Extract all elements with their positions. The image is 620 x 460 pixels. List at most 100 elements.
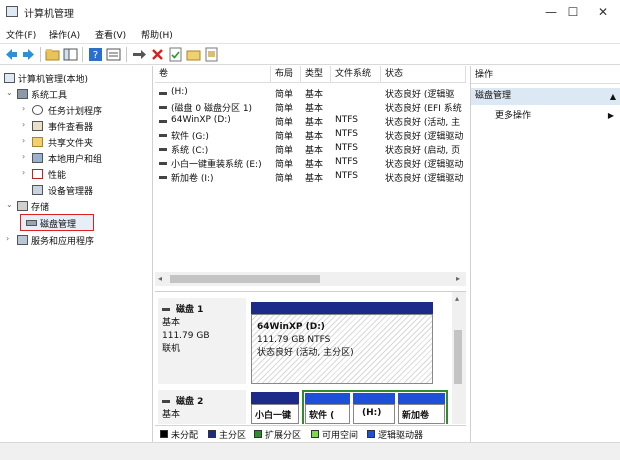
disk-size: 111.79 GB xyxy=(162,331,210,341)
partition-i[interactable]: 新加卷 xyxy=(398,404,445,424)
up-folder-icon[interactable] xyxy=(45,47,60,62)
disk-state: 联机 xyxy=(162,344,181,354)
chevron-right-icon[interactable]: › xyxy=(22,152,25,161)
legend-swatch-extended xyxy=(254,430,262,438)
event-viewer-icon xyxy=(32,121,43,131)
menu-action[interactable]: 操作(A) xyxy=(49,28,80,41)
partition-e[interactable]: 小白一键 xyxy=(251,404,299,424)
tree-root-label: 计算机管理(本地) xyxy=(18,75,89,85)
properties-icon[interactable] xyxy=(106,47,121,62)
column-header-status[interactable]: 状态 xyxy=(381,66,466,83)
column-header-layout[interactable]: 布局 xyxy=(271,66,301,83)
vertical-scrollbar-thumb[interactable] xyxy=(454,330,462,384)
disk-management-icon xyxy=(26,220,37,226)
check-icon[interactable] xyxy=(168,47,183,62)
tree-item-performance[interactable]: › 性能 xyxy=(0,166,153,182)
tree-item-event-viewer[interactable]: › 事件查看器 xyxy=(0,118,153,134)
tree-item-system-tools[interactable]: ⌄ 系统工具 xyxy=(0,86,153,102)
more-actions-item[interactable]: 更多操作 ▶ xyxy=(471,108,620,124)
column-header-filesystem[interactable]: 文件系统 xyxy=(331,66,381,83)
volume-icon xyxy=(159,106,167,109)
back-arrow-icon[interactable] xyxy=(4,47,19,62)
tree-item-services[interactable]: › 服务和应用程序 xyxy=(0,232,153,248)
table-row[interactable]: 系统 (C:) 简单 基本 NTFS 状态良好 (启动, 页 xyxy=(155,142,466,156)
tree-root[interactable]: 计算机管理(本地) xyxy=(0,70,153,86)
cell-status: 状态良好 (逻辑驱动 xyxy=(385,132,464,142)
cell-type: 基本 xyxy=(305,160,324,170)
show-hide-tree-icon[interactable] xyxy=(63,47,78,62)
cell-fs: NTFS xyxy=(335,171,358,181)
chevron-right-icon[interactable]: › xyxy=(22,136,25,145)
computer-icon xyxy=(4,73,15,83)
legend-label: 扩展分区 xyxy=(265,431,302,441)
submenu-arrow-icon[interactable]: ▶ xyxy=(608,108,614,124)
tree-item-shared-folders[interactable]: › 共享文件夹 xyxy=(0,134,153,150)
connect-icon[interactable] xyxy=(132,47,147,62)
tree-item-label: 任务计划程序 xyxy=(48,107,103,117)
disk-1-info[interactable]: 磁盘 1 基本 111.79 GB 联机 xyxy=(158,298,246,384)
table-row[interactable]: 软件 (G:) 简单 基本 NTFS 状态良好 (逻辑驱动 xyxy=(155,128,466,142)
cell-volume: (磁盘 0 磁盘分区 1) xyxy=(171,104,253,114)
table-row[interactable]: 小白一键重装系统 (E:) 简单 基本 NTFS 状态良好 (逻辑驱动 xyxy=(155,156,466,170)
export-icon[interactable] xyxy=(204,47,219,62)
tree-item-disk-management[interactable]: 磁盘管理 xyxy=(0,215,153,231)
scroll-left-icon[interactable]: ◂ xyxy=(158,274,162,283)
tree-item-label: 磁盘管理 xyxy=(40,220,77,230)
chevron-right-icon[interactable]: › xyxy=(6,234,9,243)
volume-icon xyxy=(159,92,167,95)
collapse-up-icon[interactable]: ▲ xyxy=(610,88,616,105)
close-button[interactable]: ✕ xyxy=(580,0,620,24)
chevron-right-icon[interactable]: › xyxy=(22,120,25,129)
services-icon xyxy=(17,235,28,245)
chevron-right-icon[interactable]: › xyxy=(22,104,25,113)
cell-type: 基本 xyxy=(305,118,324,128)
partition-header-logical xyxy=(305,393,350,404)
tree-item-storage[interactable]: ⌄ 存储 xyxy=(0,198,153,214)
status-bar xyxy=(0,442,620,460)
more-actions-label: 更多操作 xyxy=(495,111,532,121)
computer-management-icon xyxy=(6,6,18,17)
chevron-right-icon[interactable]: › xyxy=(22,168,25,177)
cell-layout: 简单 xyxy=(275,118,294,128)
table-row[interactable]: (磁盘 0 磁盘分区 1) 简单 基本 状态良好 (EFI 系统 xyxy=(155,100,466,114)
chevron-down-icon[interactable]: ⌄ xyxy=(6,200,13,209)
table-row[interactable]: 64WinXP (D:) 简单 基本 NTFS 状态良好 (活动, 主 xyxy=(155,114,466,128)
legend-label: 未分配 xyxy=(171,431,199,441)
column-header-volume[interactable]: 卷 xyxy=(155,66,271,83)
tree-item-device-manager[interactable]: 设备管理器 xyxy=(0,182,153,198)
partition-g[interactable]: 软件 ( xyxy=(305,404,350,424)
legend-swatch-logical xyxy=(367,430,375,438)
menu-file[interactable]: 文件(F) xyxy=(6,28,36,41)
volume-icon xyxy=(159,148,167,151)
actions-section-disk-management[interactable]: 磁盘管理 ▲ xyxy=(471,88,620,105)
volume-icon xyxy=(159,120,167,123)
menu-help[interactable]: 帮助(H) xyxy=(141,28,173,41)
forward-arrow-icon[interactable] xyxy=(21,47,36,62)
column-header-type[interactable]: 类型 xyxy=(301,66,331,83)
console-tree: 计算机管理(本地) ⌄ 系统工具 › 任务计划程序 › 事件查看器 › 共享文件… xyxy=(0,66,153,442)
partition-h[interactable]: (H:) xyxy=(353,404,395,424)
scroll-right-icon[interactable]: ▸ xyxy=(456,274,460,283)
users-icon xyxy=(32,153,43,163)
cell-status: 状态良好 (逻辑驱动 xyxy=(385,160,464,170)
menu-view[interactable]: 查看(V) xyxy=(95,28,126,41)
partition-status: 状态良好 (活动, 主分区) xyxy=(257,348,354,358)
tree-item-local-users[interactable]: › 本地用户和组 xyxy=(0,150,153,166)
table-row[interactable]: 新加卷 (I:) 简单 基本 NTFS 状态良好 (逻辑驱动 xyxy=(155,170,466,184)
partition-d[interactable]: 64WinXP (D:) 111.79 GB NTFS 状态良好 (活动, 主分… xyxy=(251,314,433,384)
cell-layout: 简单 xyxy=(275,174,294,184)
cell-status: 状态良好 (启动, 页 xyxy=(385,146,461,156)
legend-label: 逻辑驱动器 xyxy=(378,431,424,441)
scrollbar-thumb[interactable] xyxy=(170,275,320,283)
chevron-down-icon[interactable]: ⌄ xyxy=(6,88,13,97)
tree-item-task-scheduler[interactable]: › 任务计划程序 xyxy=(0,102,153,118)
disk-2-info[interactable]: 磁盘 2 基本 xyxy=(158,390,246,424)
delete-icon[interactable] xyxy=(150,47,165,62)
cell-type: 基本 xyxy=(305,90,324,100)
volume-icon xyxy=(159,176,167,179)
help-icon[interactable]: ? xyxy=(88,47,103,62)
table-row[interactable]: (H:) 简单 基本 状态良好 (逻辑驱 xyxy=(155,86,466,100)
open-folder-icon[interactable] xyxy=(186,47,201,62)
tree-item-label: 共享文件夹 xyxy=(48,139,94,149)
scroll-up-icon[interactable]: ▴ xyxy=(455,294,459,303)
